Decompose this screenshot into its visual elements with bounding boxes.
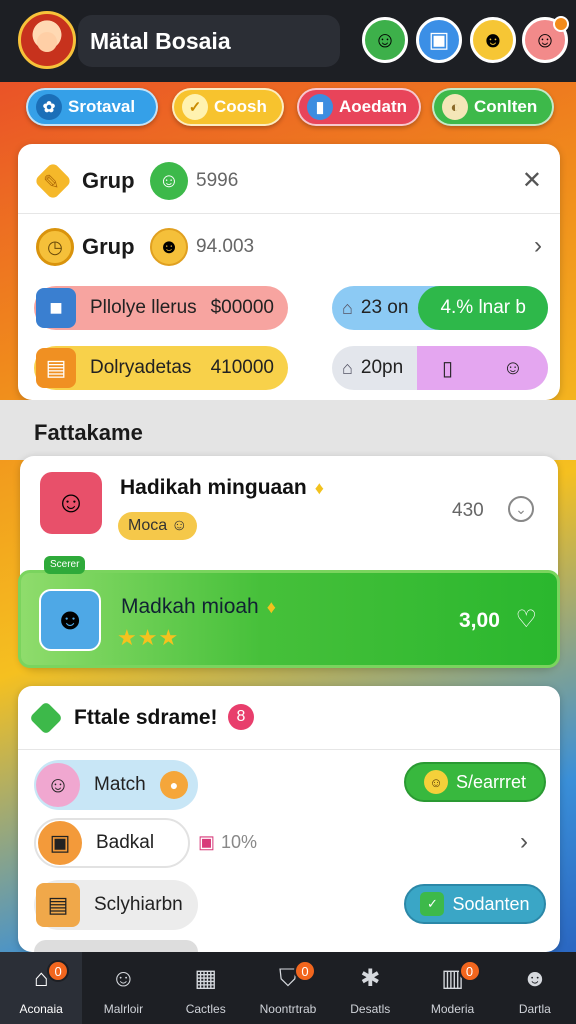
chevron-down-icon[interactable]: ⌄ [508, 496, 534, 522]
gift-icon: ▣ [38, 821, 82, 865]
nav-profile[interactable]: ☻ Dartla [494, 952, 576, 1024]
nav-tasks[interactable]: ▦ Cactles [165, 952, 247, 1024]
smiley-icon[interactable]: ☻ [470, 17, 516, 63]
row-label: Grup [82, 234, 135, 259]
chevron-right-icon[interactable]: › [520, 828, 528, 856]
notification-dot [553, 16, 569, 32]
game-row-badkal[interactable]: ▣ Badkal [34, 818, 190, 868]
profile-icon[interactable]: ☺ [522, 16, 569, 63]
row-label: Grup [82, 168, 135, 193]
secondary-action-button[interactable]: ✓ Sodanten [404, 884, 546, 924]
top-bar: Mätal Bosaia ☺ ▣ ☻ ☺ [0, 0, 576, 82]
heart-icon[interactable]: ♡ [515, 605, 537, 634]
stopwatch-icon: ◷ [36, 228, 74, 266]
chat-icon: ☺ [111, 965, 136, 992]
stat-pill-time-2[interactable]: ⌂ 20pn ▯ ☺ [332, 346, 548, 390]
diamond-icon [29, 701, 63, 735]
section-title: Fattakame [34, 420, 143, 445]
nav-badge: 0 [458, 960, 481, 982]
ribbon-icon: ✿ [36, 94, 62, 120]
nav-badge: 0 [47, 960, 70, 982]
purple-icons: ▯ ☺ [417, 346, 548, 390]
cube-icon: ■ [36, 288, 76, 328]
smiley-icon: ☺ [423, 770, 448, 794]
user-icon: ☻ [522, 965, 548, 992]
card-header: Fttale sdrame! 8 [18, 686, 560, 750]
character-icon[interactable]: ☺ [362, 17, 408, 63]
primary-action-button[interactable]: ☺ S/earrret [404, 762, 546, 802]
corner-tag: Scerer [44, 556, 86, 574]
smiley-icon: ☺ [502, 356, 524, 379]
character-thumbnail: ☺ [40, 472, 102, 534]
gift-box-icon[interactable]: ▣ [416, 17, 462, 63]
nav-settings[interactable]: ✱ Desatls [329, 952, 411, 1024]
smiley-badge-icon: ☺ [150, 162, 188, 200]
shield-check-icon: ✓ [420, 892, 445, 916]
star-rating: ★★★ [117, 625, 180, 650]
tag-pill: Moca ☺ [118, 512, 198, 540]
nav-badge: 0 [293, 960, 316, 982]
cookie-icon: ◐ [442, 94, 468, 120]
coin-icon: ● [160, 771, 188, 799]
nav-chat[interactable]: ☺ Malrloir [82, 952, 164, 1024]
avatar-badge-icon: ☻ [150, 228, 188, 266]
game-row-partial[interactable] [34, 940, 198, 952]
row-value: 5996 [196, 170, 239, 191]
stat-pill-daily[interactable]: ▤ Dolryadetas 410000 [34, 346, 288, 390]
green-badge: 4.% lnar b [418, 286, 548, 330]
group-row[interactable]: ✎ Grup ☺ 5996 ✕ [18, 148, 560, 214]
stat-pill-time[interactable]: ⌂ 23 on 4.% lnar b [332, 286, 548, 330]
row-value: 94.003 [196, 236, 255, 257]
box-icon: ▤ [36, 883, 80, 927]
lightbulb-icon: ♦ [314, 478, 324, 498]
house-icon: ⌂ [342, 357, 353, 378]
group-card: ✎ Grup ☺ 5996 ✕ ◷ Grup ☻ 94.003 › ■ Pllo… [18, 144, 560, 400]
profile-avatar[interactable] [18, 11, 76, 69]
count-badge: 8 [228, 704, 254, 730]
chevron-right-icon[interactable]: › [534, 232, 542, 260]
nav-shield[interactable]: ⛉ 0 Noontrtrab [247, 952, 329, 1024]
item-value: 430 [452, 500, 484, 521]
lightbulb-icon: ♦ [266, 597, 276, 617]
list-item-highlighted[interactable]: ☻ Madkah mioah ♦ ★★★ 3,00 ♡ [18, 570, 560, 668]
gift-icon: ▣ [198, 832, 216, 852]
check-icon: ✓ [182, 94, 208, 120]
cards-icon: ▮ [307, 94, 333, 120]
card-title: Fttale sdrame! [74, 706, 218, 729]
group-row[interactable]: ◷ Grup ☻ 94.003 › [18, 214, 560, 280]
character-thumbnail: ☻ [39, 589, 101, 651]
stat-pill-players[interactable]: ■ Pllolye llerus $00000 [34, 286, 288, 330]
phone-icon: ▯ [442, 357, 454, 380]
chip-srotaval[interactable]: ✿ Srotaval [26, 88, 158, 126]
house-icon: ⌂ [342, 297, 353, 318]
character-icon: ☺ [36, 763, 80, 807]
chip-aoedatn[interactable]: ▮ Aoedatn [297, 88, 421, 126]
bottom-navigation: ⌂ 0 Aconaia ☺ Malrloir ▦ Cactles ⛉ 0 Noo… [0, 952, 576, 1024]
chip-conlten[interactable]: ◐ Conlten [432, 88, 554, 126]
game-row-match[interactable]: ☺ Match ● [34, 760, 198, 810]
gear-icon: ✱ [360, 965, 381, 992]
item-value: 3,00 [459, 609, 500, 632]
chip-coosh[interactable]: ✓ Coosh [172, 88, 284, 126]
close-icon[interactable]: ✕ [522, 166, 542, 195]
app-title: Mätal Bosaia [78, 15, 340, 67]
tasks-icon: ▦ [194, 965, 218, 992]
game-row-sclyhiarbn[interactable]: ▤ Sclyhiarbn [34, 880, 198, 930]
smiley-icon: ☺ [171, 517, 188, 534]
nav-calendar[interactable]: ▥ 0 Moderia [411, 952, 493, 1024]
nav-home[interactable]: ⌂ 0 Aconaia [0, 952, 83, 1024]
percent-label: ▣ 10% [198, 832, 258, 852]
list-item[interactable]: ☺ Hadikah minguaan ♦ Moca ☺ 430 ⌄ [20, 456, 558, 566]
box-icon: ▤ [36, 348, 76, 388]
